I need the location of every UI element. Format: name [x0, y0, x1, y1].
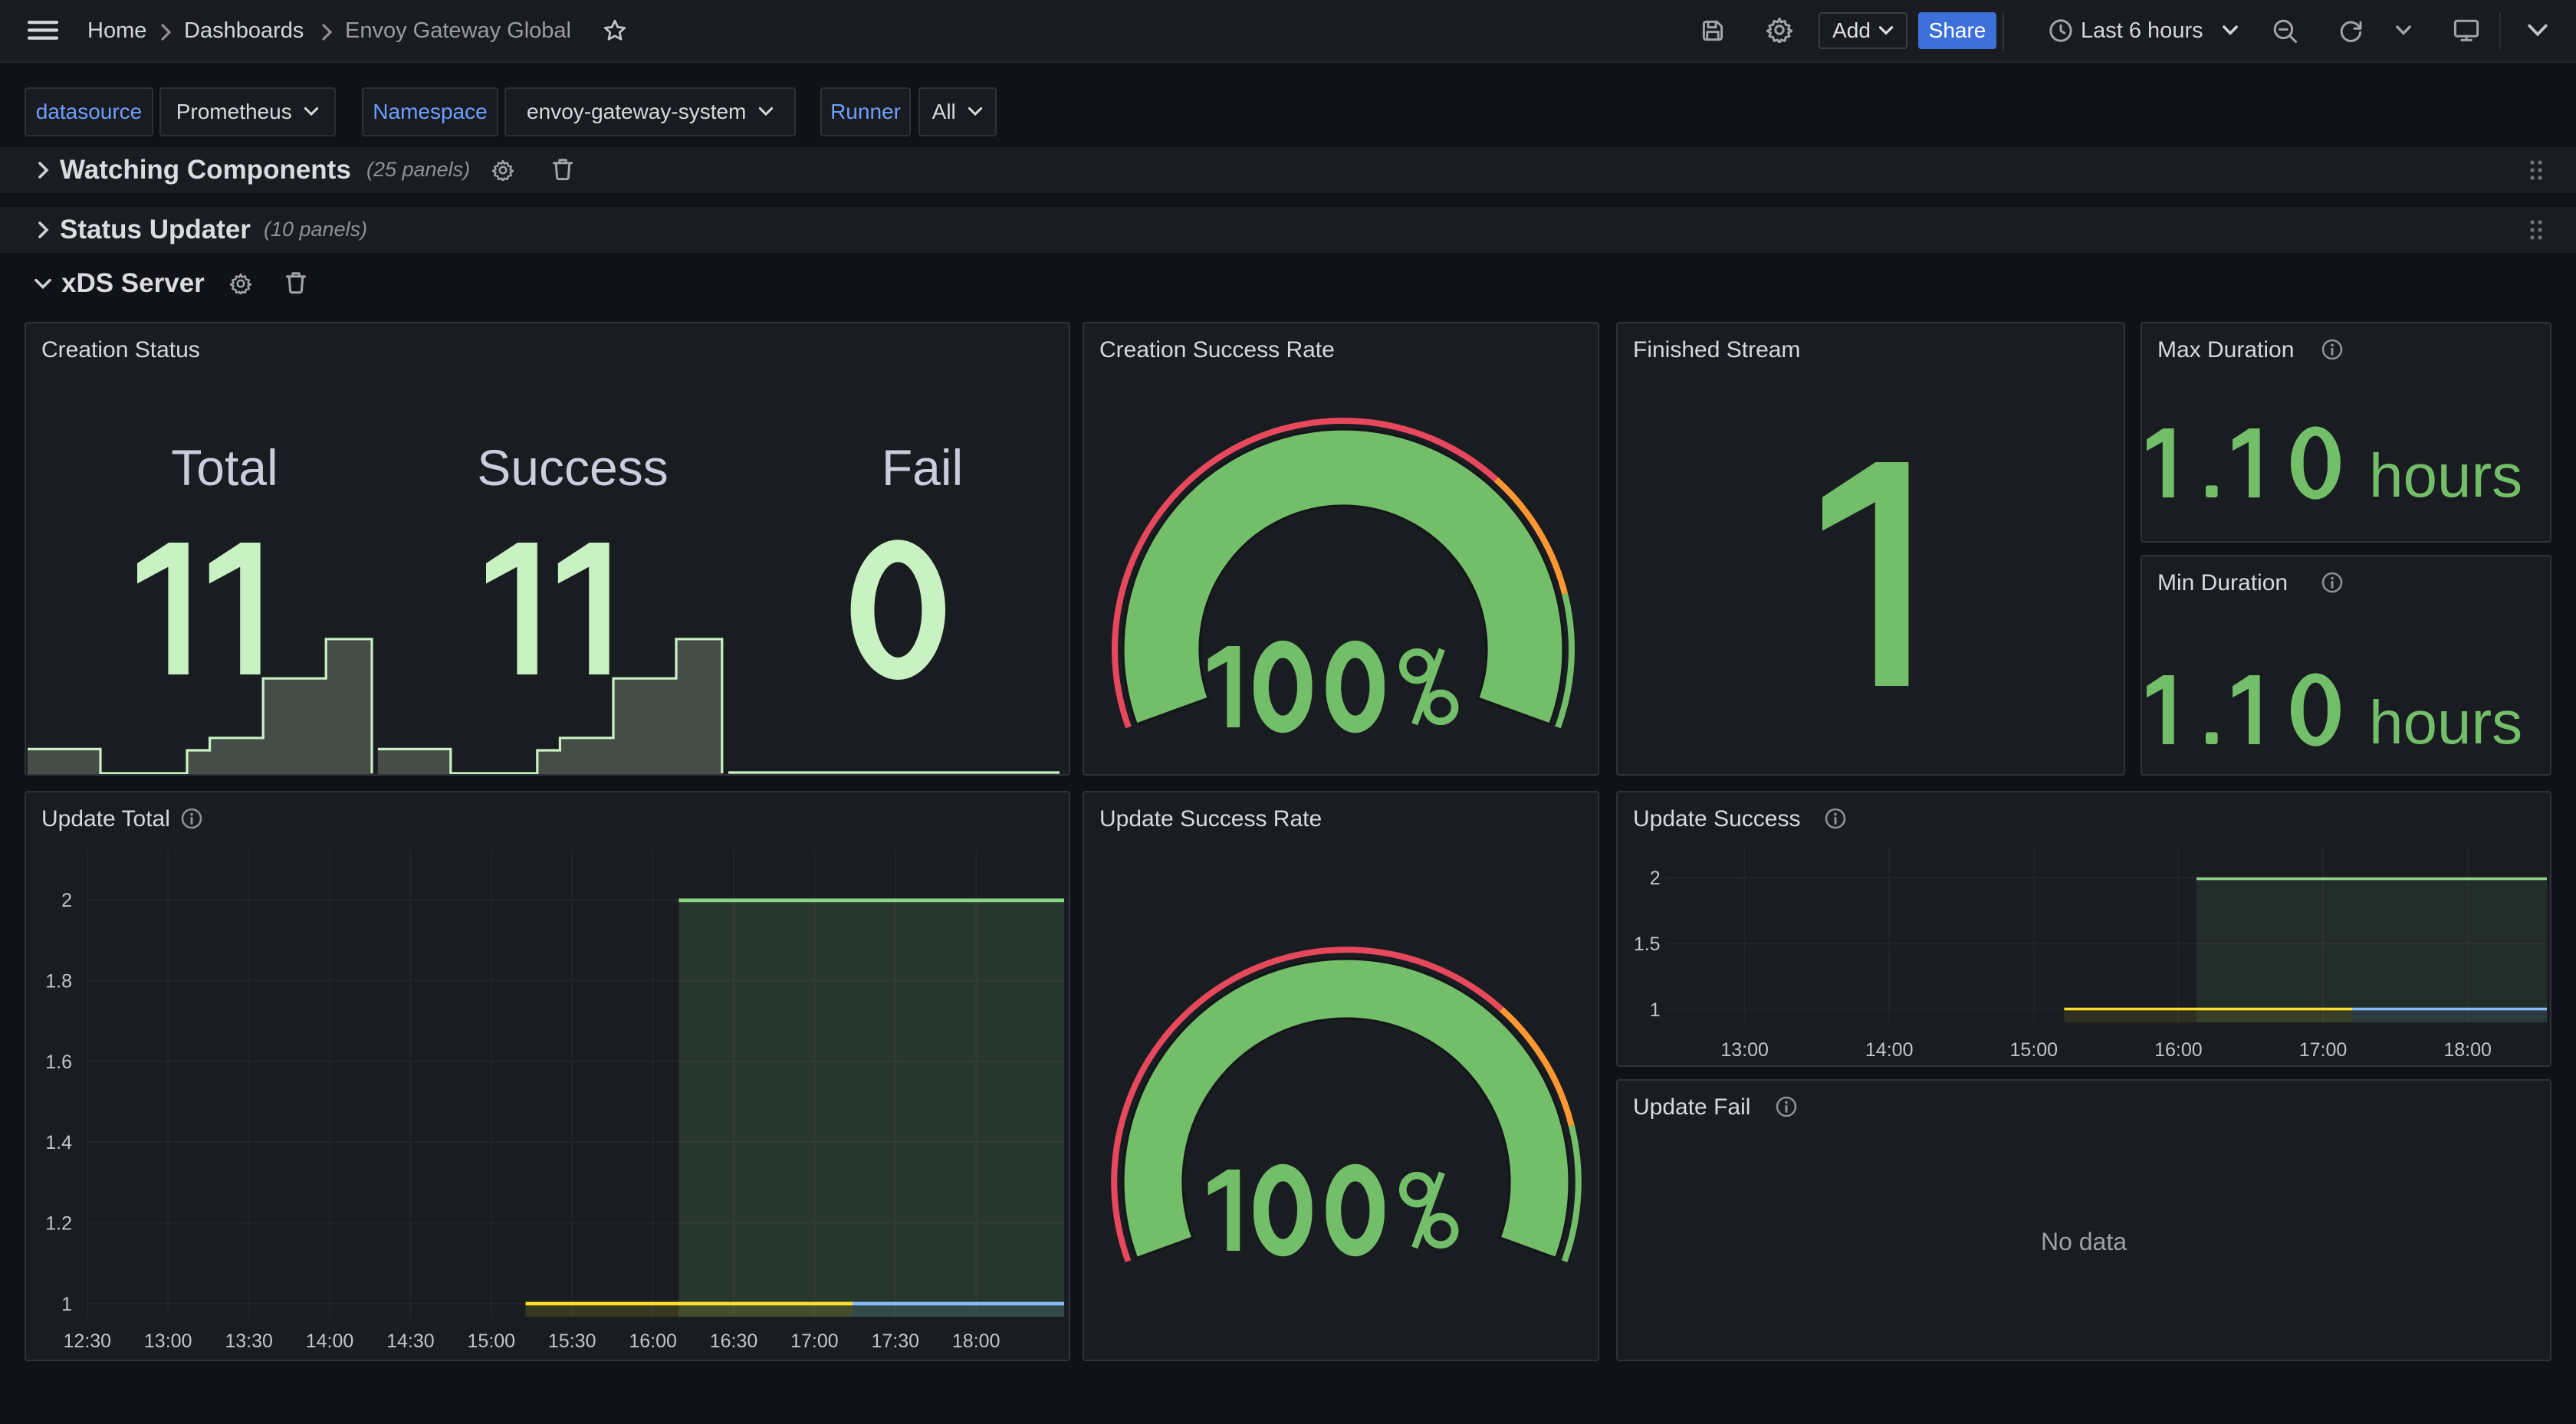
svg-text:12:30: 12:30: [64, 1330, 112, 1352]
svg-text:1: 1: [61, 1294, 72, 1315]
svg-text:hours: hours: [2369, 441, 2522, 510]
svg-text:16:00: 16:00: [629, 1330, 677, 1352]
svg-text:1: 1: [1650, 999, 1661, 1021]
svg-text:2: 2: [61, 890, 72, 911]
svg-text:15:00: 15:00: [468, 1330, 516, 1352]
svg-text:1.6: 1.6: [45, 1052, 72, 1073]
svg-text:14:30: 14:30: [386, 1330, 435, 1352]
svg-text:15:00: 15:00: [2010, 1039, 2058, 1061]
svg-text:1.5: 1.5: [1634, 933, 1661, 955]
svg-text:16:30: 16:30: [710, 1330, 758, 1352]
svg-text:14:00: 14:00: [306, 1330, 354, 1352]
svg-text:17:00: 17:00: [790, 1330, 839, 1352]
svg-text:hours: hours: [2369, 688, 2522, 756]
svg-text:17:00: 17:00: [2299, 1039, 2348, 1061]
svg-text:18:00: 18:00: [2443, 1039, 2492, 1061]
svg-text:14:00: 14:00: [1865, 1039, 1914, 1061]
svg-text:2: 2: [1650, 868, 1661, 889]
svg-text:13:00: 13:00: [144, 1330, 192, 1352]
svg-text:15:30: 15:30: [548, 1330, 596, 1352]
svg-text:13:30: 13:30: [225, 1330, 273, 1352]
svg-text:1.4: 1.4: [45, 1132, 72, 1153]
svg-text:13:00: 13:00: [1720, 1039, 1769, 1061]
svg-text:1.8: 1.8: [45, 970, 72, 992]
svg-text:1.2: 1.2: [45, 1213, 72, 1235]
svg-text:17:30: 17:30: [872, 1330, 920, 1352]
svg-text:16:00: 16:00: [2154, 1039, 2203, 1061]
svg-text:18:00: 18:00: [952, 1330, 1001, 1352]
